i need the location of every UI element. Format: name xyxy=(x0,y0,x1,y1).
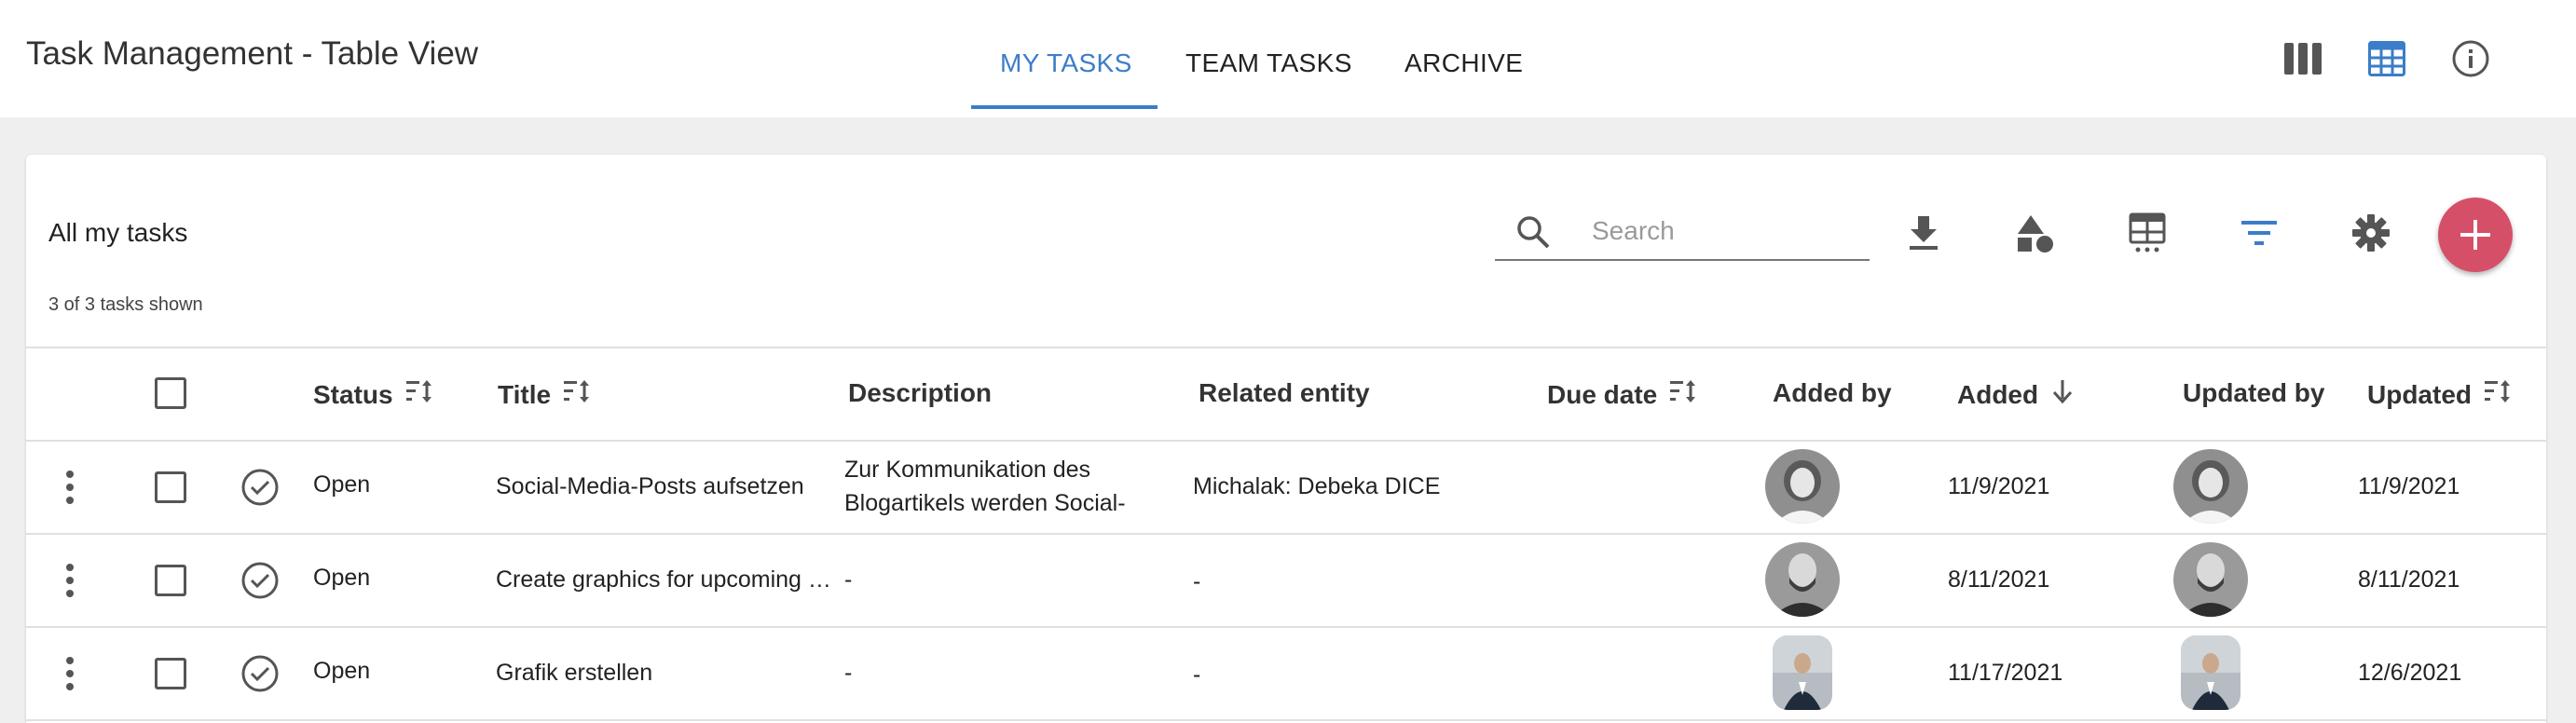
row-checkbox[interactable] xyxy=(155,471,186,503)
avatar xyxy=(1765,542,1840,617)
title-cell: Social-Media-Posts aufsetzen xyxy=(496,473,804,499)
row-menu-icon[interactable] xyxy=(56,650,84,697)
search-icon xyxy=(1515,214,1551,254)
column-header-title[interactable]: Title xyxy=(498,378,592,411)
check-circle-icon[interactable] xyxy=(240,468,280,512)
board-view-icon[interactable] xyxy=(2281,37,2324,80)
column-header-status[interactable]: Status xyxy=(313,378,434,411)
description-cell: Zur Kommunikation des Blogartikels werde… xyxy=(844,457,1126,516)
check-circle-icon[interactable] xyxy=(240,561,280,605)
added-date-cell: 11/17/2021 xyxy=(1948,660,2063,686)
column-label: Status xyxy=(313,379,393,409)
table-view-icon[interactable] xyxy=(2365,37,2408,80)
column-label: Description xyxy=(848,378,993,407)
tasks-card: All my tasks 3 of 3 tasks shown Status T… xyxy=(26,155,2546,723)
related-entity-cell: - xyxy=(1193,662,1201,688)
updated-date-cell: 12/6/2021 xyxy=(2358,660,2462,686)
avatar xyxy=(1773,635,1832,710)
top-app-bar: Task Management - Table View MY TASKS TE… xyxy=(0,0,2576,117)
column-label: Updated by xyxy=(2183,378,2325,407)
info-icon[interactable] xyxy=(2449,37,2492,80)
row-menu-icon[interactable] xyxy=(56,464,84,511)
column-label: Updated xyxy=(2367,379,2472,409)
related-entity-cell[interactable]: Michalak: Debeka DICE xyxy=(1193,473,1528,500)
avatar xyxy=(1765,449,1840,524)
related-entity-cell: - xyxy=(1193,568,1201,594)
active-tab-indicator xyxy=(971,105,1158,109)
table-top-divider xyxy=(26,347,2546,348)
avatar xyxy=(2173,542,2248,617)
page-title: Task Management - Table View xyxy=(26,35,479,72)
description-cell: - xyxy=(844,566,853,593)
tab-my-tasks[interactable]: MY TASKS xyxy=(1000,48,1132,78)
download-icon[interactable] xyxy=(1899,209,1948,257)
sort-icon[interactable] xyxy=(2485,378,2513,411)
header-divider xyxy=(26,440,2546,442)
column-label: Added by xyxy=(1773,378,1892,407)
avatar xyxy=(2181,635,2240,710)
sort-icon[interactable] xyxy=(405,378,434,411)
sort-descending-icon[interactable] xyxy=(2051,378,2074,411)
select-all-checkbox[interactable] xyxy=(155,377,186,409)
column-header-related-entity: Related entity xyxy=(1199,378,1370,408)
row-divider xyxy=(26,719,2546,721)
column-label: Due date xyxy=(1547,379,1658,409)
column-header-updated-by: Updated by xyxy=(2183,378,2324,408)
sort-icon[interactable] xyxy=(1670,378,1698,411)
search-field xyxy=(1495,203,1870,261)
row-checkbox[interactable] xyxy=(155,565,186,596)
status-cell: Open xyxy=(313,471,371,498)
column-label: Added xyxy=(1957,379,2039,409)
column-header-description: Description xyxy=(848,378,992,408)
column-label: Related entity xyxy=(1199,378,1370,407)
column-header-added-by: Added by xyxy=(1773,378,1892,408)
search-input[interactable] xyxy=(1592,214,1853,248)
column-header-added[interactable]: Added xyxy=(1957,378,2074,411)
filter-icon[interactable] xyxy=(2235,209,2283,257)
row-menu-icon[interactable] xyxy=(56,557,84,604)
row-divider xyxy=(26,626,2546,628)
tab-team-tasks[interactable]: TEAM TASKS xyxy=(1185,48,1352,78)
title-cell: Grafik erstellen xyxy=(496,660,653,686)
settings-gear-icon[interactable] xyxy=(2347,209,2395,257)
card-title: All my tasks xyxy=(48,218,188,247)
updated-date-cell: 8/11/2021 xyxy=(2358,566,2460,593)
status-cell: Open xyxy=(313,658,371,684)
column-header-due-date[interactable]: Due date xyxy=(1547,378,1698,411)
column-header-updated[interactable]: Updated xyxy=(2367,378,2513,411)
row-checkbox[interactable] xyxy=(155,658,186,689)
row-divider xyxy=(26,533,2546,535)
tasks-count-text: 3 of 3 tasks shown xyxy=(48,294,203,315)
title-cell: Create graphics for upcoming campaign xyxy=(496,566,836,593)
table-columns-icon[interactable] xyxy=(2123,209,2172,257)
added-date-cell: 11/9/2021 xyxy=(1948,473,2050,499)
description-cell: - xyxy=(844,660,853,686)
shapes-icon[interactable] xyxy=(2011,209,2060,257)
sort-icon[interactable] xyxy=(564,378,592,411)
tab-archive[interactable]: ARCHIVE xyxy=(1404,48,1523,78)
plus-icon xyxy=(2460,220,2490,250)
updated-date-cell: 11/9/2021 xyxy=(2358,473,2460,499)
status-cell: Open xyxy=(313,565,371,591)
added-date-cell: 8/11/2021 xyxy=(1948,566,2050,593)
column-label: Title xyxy=(498,379,552,409)
avatar xyxy=(2173,449,2248,524)
add-task-button[interactable] xyxy=(2438,198,2513,272)
check-circle-icon[interactable] xyxy=(240,654,280,698)
